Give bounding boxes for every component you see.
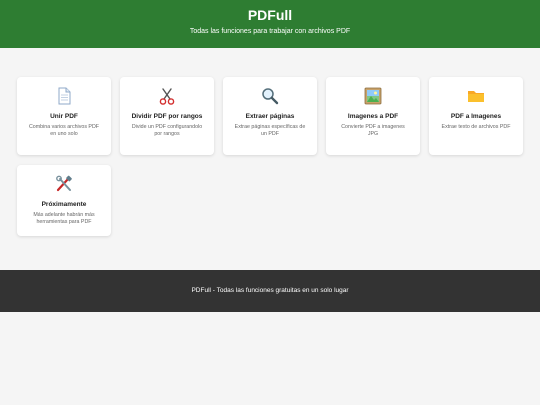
tool-title: PDF a Imagenes xyxy=(450,113,502,120)
tool-card-unir-pdf[interactable]: Unir PDF Combina varios archivos PDF en … xyxy=(17,77,111,155)
tool-title: Dividir PDF por rangos xyxy=(131,113,203,120)
tool-card-dividir-pdf[interactable]: Dividir PDF por rangos Divide un PDF con… xyxy=(120,77,214,155)
site-title: PDFull xyxy=(247,7,293,23)
magnifier-icon xyxy=(223,86,317,108)
tool-card-proximamente[interactable]: Próximamente Más adelante habrán más her… xyxy=(17,165,111,236)
site-footer: PDFull - Todas las funciones gratuitas e… xyxy=(0,270,540,312)
tool-description: Divide un PDF configurandolo por rangos xyxy=(131,124,203,137)
tool-description: Combina varios archivos PDF en uno solo xyxy=(28,124,100,137)
tool-card-imagenes-a-pdf[interactable]: Imagenes a PDF Convierte PDF a imagenes … xyxy=(326,77,420,155)
tool-description: Extrae páginas específicas de un PDF xyxy=(234,124,306,137)
tools-grid: Unir PDF Combina varios archivos PDF en … xyxy=(0,48,540,270)
tool-title: Extraer páginas xyxy=(245,113,295,120)
scissors-icon xyxy=(120,86,214,108)
tool-description: Convierte PDF a imagenes JPG xyxy=(341,124,405,137)
footer-text: PDFull - Todas las funciones gratuitas e… xyxy=(191,287,349,294)
site-subtitle: Todas las funciones para trabajar con ar… xyxy=(189,28,351,35)
site-header: PDFull Todas las funciones para trabajar… xyxy=(0,0,540,48)
document-icon xyxy=(17,86,111,108)
tool-title: Próximamente xyxy=(41,201,87,208)
tool-description: Más adelante habrán más herramientas par… xyxy=(33,212,95,225)
tool-description: Extrae texto de archivos PDF xyxy=(441,124,511,130)
tool-card-extraer-paginas[interactable]: Extraer páginas Extrae páginas específic… xyxy=(223,77,317,155)
folder-icon xyxy=(429,86,523,108)
tool-card-pdf-a-imagenes[interactable]: PDF a Imagenes Extrae texto de archivos … xyxy=(429,77,523,155)
tool-title: Unir PDF xyxy=(50,113,78,120)
tools-icon xyxy=(17,174,111,196)
tool-title: Imagenes a PDF xyxy=(347,113,399,120)
picture-icon xyxy=(326,86,420,108)
